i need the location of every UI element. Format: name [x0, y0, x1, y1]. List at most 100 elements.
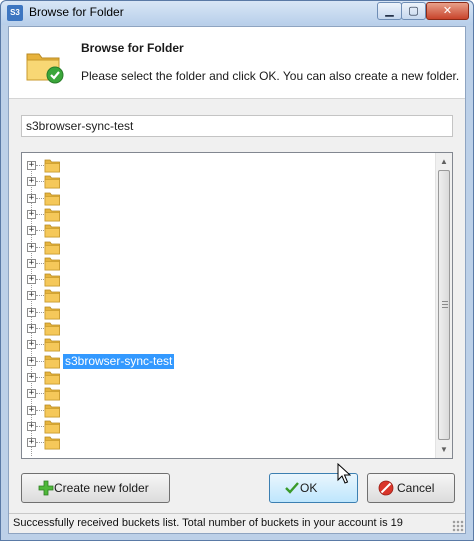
tree-node[interactable]: +	[22, 402, 432, 419]
expand-plus-icon[interactable]: +	[27, 340, 36, 350]
tree-node-label	[63, 435, 137, 450]
tree-node-label	[63, 223, 154, 238]
expand-plus-icon[interactable]: +	[27, 161, 36, 170]
scroll-thumb[interactable]	[438, 170, 450, 440]
folder-icon	[44, 175, 60, 189]
window-title: Browse for Folder	[29, 5, 124, 19]
cancel-button[interactable]: Cancel	[367, 473, 455, 503]
folder-icon	[44, 241, 60, 254]
expand-plus-icon[interactable]: +	[27, 372, 36, 382]
tree-node[interactable]: + s3browser-sync-test	[22, 353, 432, 370]
tree-branch-line	[36, 262, 44, 264]
tree-node-label	[63, 191, 160, 206]
tree-node[interactable]: +	[22, 434, 432, 451]
status-bar: Successfully received buckets list. Tota…	[9, 513, 465, 533]
expand-plus-icon[interactable]: +	[27, 324, 36, 333]
expand-plus-icon[interactable]: +	[27, 307, 36, 317]
tree-branch-line	[36, 197, 44, 199]
folder-icon	[44, 371, 60, 385]
create-new-folder-button[interactable]: Create new folder	[21, 473, 170, 503]
expand-plus-icon[interactable]: +	[27, 275, 36, 285]
tree-node[interactable]: +	[22, 385, 432, 402]
expand-plus-icon[interactable]: +	[27, 438, 36, 448]
tree-node-label	[63, 158, 114, 173]
expand-plus-icon[interactable]: +	[27, 421, 36, 431]
tree-node[interactable]: +	[22, 157, 432, 174]
folder-check-icon	[26, 53, 64, 84]
header-title: Browse for Folder	[81, 41, 184, 55]
tree-node[interactable]: +	[22, 222, 432, 239]
tree-node-label	[63, 419, 114, 434]
folder-icon	[44, 224, 60, 238]
ok-label: OK	[300, 481, 318, 495]
folder-icon	[44, 404, 60, 417]
folder-icon	[44, 159, 60, 173]
folder-tree[interactable]: + + + + + + + + + + + + + s3browser-sync…	[21, 152, 453, 459]
tree-branch-line	[36, 328, 44, 329]
cancel-icon	[378, 480, 394, 496]
tree-node-label	[63, 305, 164, 320]
tree-branch-line	[36, 246, 44, 248]
folder-icon	[44, 192, 60, 205]
expand-plus-icon[interactable]: +	[27, 209, 36, 219]
expand-plus-icon[interactable]: +	[27, 291, 36, 301]
expand-plus-icon[interactable]: +	[27, 226, 36, 236]
folder-icon	[44, 208, 60, 222]
maximize-button[interactable]: ▢	[401, 2, 426, 20]
dialog-body: Browse for Folder Please select the fold…	[8, 26, 466, 534]
tree-branch-line	[36, 409, 44, 411]
folder-icon	[44, 420, 60, 434]
folder-icon	[44, 306, 60, 320]
expand-plus-icon[interactable]: +	[27, 389, 36, 399]
tree-branch-line	[36, 376, 44, 378]
title-bar[interactable]: S3 Browse for Folder ▁ ▢ ✕	[1, 1, 473, 25]
tree-branch-line	[36, 442, 44, 444]
checkmark-icon	[285, 482, 299, 494]
tree-vertical-scrollbar[interactable]: ▲ ▼	[435, 153, 452, 458]
tree-node[interactable]: +	[22, 173, 432, 190]
tree-node[interactable]: +	[22, 190, 432, 207]
header-description: Please select the folder and click OK. Y…	[81, 69, 460, 83]
tree-branch-line	[36, 165, 44, 166]
selected-folder-field[interactable]: s3browser-sync-test	[21, 115, 453, 137]
expand-plus-icon[interactable]: +	[27, 356, 36, 366]
tree-node[interactable]: +	[22, 271, 432, 288]
cancel-label: Cancel	[397, 481, 435, 495]
minimize-button[interactable]: ▁	[377, 2, 402, 20]
folder-icon	[44, 289, 60, 303]
tree-branch-line	[36, 311, 44, 313]
folder-icon	[44, 387, 60, 401]
app-icon: S3	[7, 5, 23, 21]
tree-branch-line	[36, 393, 44, 395]
tree-branch-line	[36, 360, 44, 362]
tree-node-label	[63, 370, 150, 385]
expand-plus-icon[interactable]: +	[27, 242, 36, 252]
create-new-folder-label: Create new folder	[54, 481, 149, 495]
tree-node[interactable]: +	[22, 418, 432, 435]
tree-node[interactable]: +	[22, 304, 432, 321]
tree-node[interactable]: +	[22, 287, 432, 304]
tree-node[interactable]: +	[22, 239, 432, 256]
dialog-header: Browse for Folder Please select the fold…	[9, 27, 465, 99]
tree-node[interactable]: +	[22, 320, 432, 337]
expand-plus-icon[interactable]: +	[27, 258, 36, 268]
tree-node[interactable]: +	[22, 206, 432, 223]
folder-icon	[44, 257, 60, 271]
tree-node-label	[63, 240, 124, 255]
tree-node-label	[63, 256, 147, 271]
button-bar: Create new folder OK Cancel	[9, 467, 465, 509]
tree-node[interactable]: +	[22, 255, 432, 272]
scroll-down-arrow-icon[interactable]: ▼	[436, 441, 452, 458]
tree-branch-line	[36, 181, 44, 183]
tree-branch-line	[36, 295, 44, 297]
tree-node[interactable]: +	[22, 336, 432, 353]
scroll-up-arrow-icon[interactable]: ▲	[436, 153, 452, 170]
resize-grip-icon[interactable]	[452, 520, 464, 532]
folder-icon	[44, 436, 60, 450]
expand-plus-icon[interactable]: +	[27, 193, 36, 203]
close-button[interactable]: ✕	[426, 2, 469, 20]
expand-plus-icon[interactable]: +	[27, 177, 36, 187]
tree-node[interactable]: +	[22, 369, 432, 386]
expand-plus-icon[interactable]: +	[27, 405, 36, 415]
plus-icon	[38, 480, 54, 496]
